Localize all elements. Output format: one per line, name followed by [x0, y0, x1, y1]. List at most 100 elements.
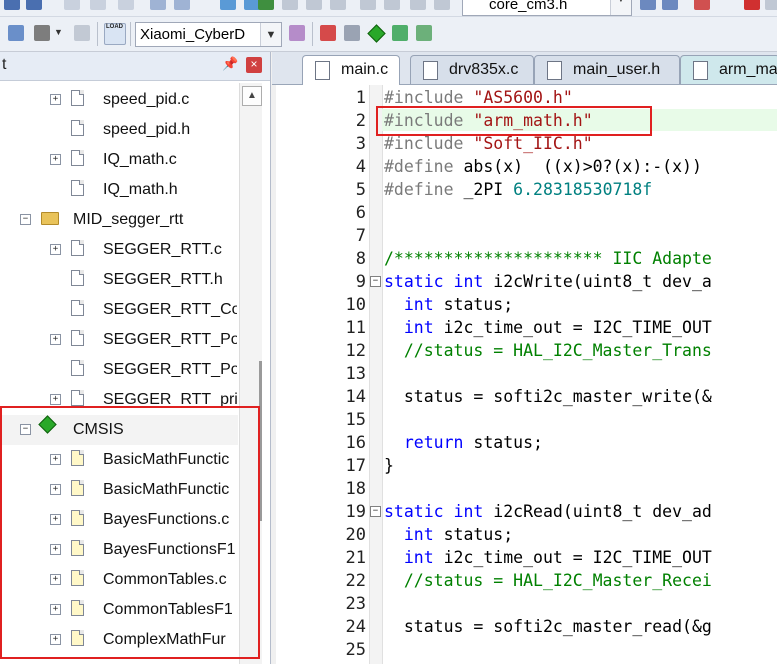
fold-collapse-icon[interactable]: − — [370, 276, 381, 287]
expand-icon[interactable]: + — [50, 244, 61, 255]
cut-icon[interactable] — [64, 0, 80, 10]
tab-main-user-h[interactable]: main_user.h — [534, 55, 680, 84]
expand-icon[interactable]: + — [50, 94, 61, 105]
expand-icon[interactable]: + — [50, 154, 61, 165]
tab-drv835x-c[interactable]: drv835x.c — [410, 55, 534, 84]
indent-icon[interactable] — [360, 0, 376, 10]
tree-item-label: SEGGER_RTT.h — [103, 271, 223, 288]
tree-item-label: SEGGER_RTT_Port — [103, 331, 237, 348]
find-combo-value: core_cm3.h — [489, 0, 568, 13]
chevron-down-icon[interactable]: ▼ — [610, 0, 631, 15]
file-icon — [315, 61, 330, 80]
line-number: 25 — [345, 640, 366, 660]
save-icon[interactable] — [4, 0, 20, 10]
next-bookmark-icon[interactable] — [306, 0, 322, 10]
tree-group[interactable]: − MID_segger_rtt — [0, 205, 262, 235]
translate-icon[interactable] — [8, 25, 24, 41]
build-icon[interactable] — [34, 25, 50, 41]
tree-item-label: SEGGER_RTT.c — [103, 241, 222, 258]
toolbar-build: ▼ LOAD Xiaomi_CyberD ▼ — [0, 17, 777, 52]
file-icon — [423, 61, 438, 80]
line-number: 5 — [355, 180, 366, 200]
more-icon[interactable] — [765, 0, 777, 10]
tree-item[interactable]: IQ_math.h — [0, 175, 262, 205]
prev-bookmark-icon[interactable] — [282, 0, 298, 10]
manage-run-time-environment-icon[interactable] — [367, 24, 386, 43]
line-number: 20 — [345, 525, 366, 545]
scroll-up-arrow-icon[interactable]: ▲ — [242, 86, 262, 106]
redo-icon[interactable] — [174, 0, 190, 10]
tab-main-c[interactable]: main.c — [302, 55, 400, 85]
uncomment-icon[interactable] — [434, 0, 450, 10]
header-file-icon — [71, 360, 84, 376]
target-select[interactable]: Xiaomi_CyberD ▼ — [135, 22, 282, 47]
keyword: static — [384, 272, 444, 291]
rebuild-icon[interactable] — [74, 25, 90, 41]
code-line: #define _2PI 6.28318530718f — [384, 180, 652, 199]
expand-icon[interactable]: + — [50, 394, 61, 405]
keyword: int — [453, 272, 484, 291]
paste-icon[interactable] — [118, 0, 134, 10]
navigate-back-icon[interactable] — [220, 0, 236, 10]
build-dropdown-chevron-icon[interactable]: ▼ — [54, 27, 63, 37]
toolbar-separator — [312, 22, 313, 46]
tree-item[interactable]: SEGGER_RTT_Port — [0, 355, 262, 385]
line-number: 3 — [355, 134, 366, 154]
pack-installer-icon[interactable] — [416, 25, 432, 41]
load-label: LOAD — [106, 24, 123, 30]
chevron-down-icon[interactable]: ▼ — [260, 23, 281, 46]
header-file-icon — [71, 120, 84, 136]
bookmark-icon[interactable] — [258, 0, 274, 10]
header-file-icon — [71, 300, 84, 316]
tree-item[interactable]: + speed_pid.c — [0, 85, 262, 115]
tree-item[interactable]: + IQ_math.c — [0, 145, 262, 175]
string-literal: "AS5600.h" — [473, 88, 573, 107]
load-icon[interactable]: LOAD — [104, 23, 126, 45]
close-icon[interactable]: × — [246, 57, 262, 73]
save-all-icon[interactable] — [26, 0, 42, 10]
target-options-icon[interactable] — [289, 25, 305, 41]
clear-bookmarks-icon[interactable] — [330, 0, 346, 10]
unindent-icon[interactable] — [384, 0, 400, 10]
comment-icon[interactable] — [410, 0, 426, 10]
preprocessor-directive: #include — [384, 88, 464, 107]
code-text: i2c_time_out = I2C_TIME_OUT — [443, 318, 712, 337]
keyword: int — [403, 548, 434, 567]
line-number: 22 — [345, 571, 366, 591]
undo-icon[interactable] — [150, 0, 166, 10]
tree-item[interactable]: SEGGER_RTT.h — [0, 265, 262, 295]
pin-icon[interactable]: 📌 — [222, 56, 238, 72]
expand-icon[interactable]: + — [50, 334, 61, 345]
select-software-packs-icon[interactable] — [392, 25, 408, 41]
code-line: static int i2cWrite(uint8_t dev_a — [384, 272, 712, 291]
keyword: int — [403, 525, 434, 544]
code-text: _2PI — [463, 180, 504, 199]
tree-item[interactable]: + SEGGER_RTT.c — [0, 235, 262, 265]
tab-arm-math[interactable]: arm_ma — [680, 55, 777, 84]
tree-item[interactable]: + SEGGER_RTT_Port — [0, 325, 262, 355]
incremental-find-icon[interactable] — [662, 0, 678, 10]
find-combo[interactable]: core_cm3.h ▼ — [462, 0, 632, 16]
manage-project-items-icon[interactable] — [344, 25, 360, 41]
copy-icon[interactable] — [90, 0, 106, 10]
collapse-icon[interactable]: − — [20, 214, 31, 225]
code-line: #define abs(x) ((x)>0?(x):-(x)) — [384, 157, 702, 176]
tree-item[interactable]: speed_pid.h — [0, 115, 262, 145]
c-file-icon — [71, 390, 84, 406]
debug-icon[interactable] — [694, 0, 710, 10]
file-extensions-icon[interactable] — [320, 25, 336, 41]
line-number: 9 — [355, 272, 366, 292]
find-in-files-icon[interactable] — [640, 0, 656, 10]
tab-label: drv835x.c — [449, 61, 519, 78]
keyword: int — [453, 502, 484, 521]
tree-item-label: IQ_math.h — [103, 181, 178, 198]
tree-item-label: speed_pid.c — [103, 91, 190, 108]
code-text: status; — [443, 525, 514, 544]
line-number: 15 — [345, 410, 366, 430]
line-number: 10 — [345, 295, 366, 315]
toolbar-separator — [97, 22, 98, 46]
fold-collapse-icon[interactable]: − — [370, 506, 381, 517]
breakpoint-icon[interactable] — [744, 0, 760, 10]
code-text: status = softi2c_master_write(& — [403, 387, 712, 406]
tree-item[interactable]: SEGGER_RTT_Con — [0, 295, 262, 325]
